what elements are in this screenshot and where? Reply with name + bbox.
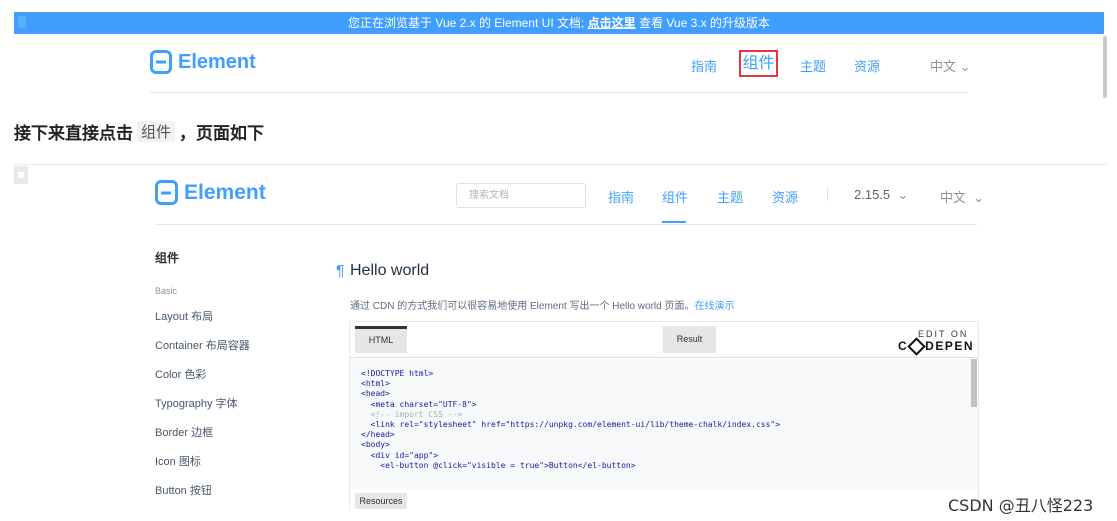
version-banner: 您正在浏览基于 Vue 2.x 的 Element UI 文档; 点击这里 查看… bbox=[14, 12, 1104, 34]
code-line: <html> bbox=[361, 379, 390, 389]
element-logo-icon bbox=[150, 50, 172, 74]
scrollbar-thumb[interactable] bbox=[1103, 36, 1107, 98]
code-line: <head> bbox=[361, 389, 390, 399]
code-line: <div id="app"> bbox=[361, 450, 439, 460]
banner-text-pre: 您正在浏览基于 Vue 2.x 的 Element UI 文档; bbox=[348, 16, 588, 30]
nav-guide[interactable]: 指南 bbox=[608, 187, 634, 206]
edit-on-label[interactable]: EDIT ON bbox=[918, 329, 968, 339]
element-logo[interactable]: Element bbox=[150, 50, 256, 74]
banner-handle-icon bbox=[18, 16, 26, 28]
sidebar-item-icon[interactable]: Icon 图标 bbox=[155, 453, 201, 469]
element-logo-text: Element bbox=[184, 180, 266, 204]
sidebar-title: 组件 bbox=[155, 251, 180, 265]
sidebar-item-border[interactable]: Border 边框 bbox=[155, 424, 213, 440]
nav-resource[interactable]: 资源 bbox=[854, 56, 880, 75]
inline-code: 组件 bbox=[137, 121, 176, 142]
code-block: <!DOCTYPE html> <html> <head> <meta charse… bbox=[350, 359, 978, 489]
sidebar-item-button[interactable]: Button 按钮 bbox=[155, 482, 212, 498]
resources-button[interactable]: Resources bbox=[355, 493, 407, 509]
nav-component-active[interactable]: 组件 bbox=[662, 187, 688, 206]
active-tab-indicator bbox=[662, 221, 686, 223]
codepen-logo[interactable]: C DEPEN bbox=[898, 336, 975, 356]
nav-theme[interactable]: 主题 bbox=[800, 56, 826, 75]
sidebar-item-layout[interactable]: Layout 布局 bbox=[155, 308, 213, 324]
element-logo-text: Element bbox=[178, 50, 256, 73]
code-line: <body> bbox=[361, 440, 390, 450]
image-handle-icon bbox=[14, 166, 28, 184]
code-line: <link rel="stylesheet" href="https://unp… bbox=[361, 420, 781, 430]
banner-link[interactable]: 点击这里 bbox=[588, 16, 636, 30]
nav-component-highlighted[interactable]: 组件 bbox=[739, 50, 778, 77]
element-logo-icon bbox=[155, 180, 178, 205]
code-line: <!-- import CSS --> bbox=[361, 409, 463, 419]
language-label: 中文 bbox=[930, 59, 957, 74]
section-title: Hello world bbox=[350, 262, 430, 279]
code-line: <!DOCTYPE html> bbox=[361, 369, 434, 378]
tab-html[interactable]: HTML bbox=[355, 326, 407, 353]
code-line: <meta charset="UTF-8"> bbox=[361, 399, 477, 409]
version-label: 2.15.5 bbox=[854, 187, 891, 202]
article-paragraph: 接下来直接点击 组件 ，页面如下 bbox=[14, 119, 264, 144]
code-line: <el-button @click="visible = true">Butto… bbox=[361, 460, 636, 470]
chevron-down-icon: ⌄ bbox=[973, 190, 985, 205]
watermark: CSDN @丑八怪223 bbox=[948, 496, 1094, 515]
banner-text-post: 查看 Vue 3.x 的升级版本 bbox=[635, 16, 770, 30]
sidebar-item-container[interactable]: Container 布局容器 bbox=[155, 337, 250, 353]
description-text: 通过 CDN 的方式我们可以很容易地使用 Element 写出一个 Hello … bbox=[350, 301, 695, 312]
search-input[interactable]: 搜索文档 bbox=[456, 183, 586, 208]
header-divider bbox=[155, 224, 977, 225]
codepen-icon bbox=[907, 336, 926, 356]
element-logo-embedded[interactable]: Element bbox=[155, 180, 266, 205]
section-description: 通过 CDN 的方式我们可以很容易地使用 Element 写出一个 Hello … bbox=[350, 297, 734, 312]
article-text-post: ，页面如下 bbox=[179, 124, 265, 143]
chevron-down-icon: ⌄ bbox=[897, 187, 909, 202]
article-text-pre: 接下来直接点击 bbox=[14, 124, 133, 143]
codepen-brand-right: DEPEN bbox=[925, 339, 975, 353]
sidebar-item-color[interactable]: Color 色彩 bbox=[155, 366, 206, 382]
language-select[interactable]: 中文 ⌄ bbox=[930, 56, 971, 75]
sidebar-group-label: Basic bbox=[155, 286, 178, 296]
nav-theme[interactable]: 主题 bbox=[717, 187, 743, 206]
chevron-down-icon: ⌄ bbox=[959, 59, 971, 74]
header-divider bbox=[150, 92, 968, 93]
tab-result[interactable]: Result bbox=[663, 326, 716, 353]
sidebar-item-typography[interactable]: Typography 字体 bbox=[155, 395, 238, 411]
embed-divider bbox=[14, 164, 1107, 165]
anchor-link-icon[interactable]: ¶ bbox=[336, 263, 345, 281]
nav-separator bbox=[827, 187, 828, 201]
code-line: </head> bbox=[361, 430, 395, 440]
nav-guide[interactable]: 指南 bbox=[691, 56, 717, 75]
online-demo-link[interactable]: 在线演示 bbox=[694, 301, 734, 312]
language-select[interactable]: 中文 ⌄ bbox=[940, 187, 984, 206]
code-scrollbar[interactable] bbox=[971, 359, 977, 407]
language-label: 中文 bbox=[940, 190, 967, 205]
version-select[interactable]: 2.15.5 ⌄ bbox=[854, 187, 908, 203]
nav-resource[interactable]: 资源 bbox=[772, 187, 798, 206]
